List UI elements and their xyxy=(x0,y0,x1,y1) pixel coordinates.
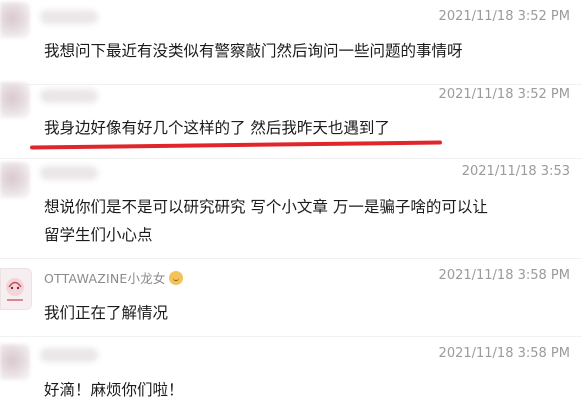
ottawazine-logo-icon xyxy=(6,278,24,301)
divider xyxy=(0,258,582,259)
avatar[interactable] xyxy=(0,268,32,310)
sender-name-blurred xyxy=(40,89,98,103)
chat-message: 2021/11/18 3:53 想说你们是不是可以研究研究 写个小文章 万一是骗… xyxy=(0,160,582,260)
chat-message: 2021/11/18 3:52 PM 我想问下最近有没类似有警察敲门然后询问一些… xyxy=(0,0,582,86)
message-text: 想说你们是不是可以研究研究 写个小文章 万一是骗子啥的可以让 xyxy=(44,198,488,216)
avatar[interactable] xyxy=(0,82,30,118)
avatar[interactable] xyxy=(0,2,30,38)
divider xyxy=(0,84,582,85)
chat-message: 2021/11/18 3:58 PM 好滴！麻烦你们啦！ xyxy=(0,340,582,416)
message-text: 好滴！麻烦你们啦！ xyxy=(44,381,184,399)
message-text: 我们正在了解情况 xyxy=(44,304,169,322)
sender-name-blurred xyxy=(40,166,98,180)
smiley-emoji-icon xyxy=(168,271,183,285)
message-timestamp: 2021/11/18 3:53 xyxy=(461,164,570,179)
divider xyxy=(0,336,582,337)
sender-name-blurred xyxy=(40,348,98,362)
message-text: 我想问下最近有没类似有警察敲门然后询问一些问题的事情呀 xyxy=(44,42,463,60)
chat-message: 2021/11/18 3:52 PM 我身边好像有好几个这样的了 然后我昨天也遇… xyxy=(0,82,582,162)
message-timestamp: 2021/11/18 3:52 PM xyxy=(438,9,570,24)
chat-message: OTTAWAZINE小龙女 2021/11/18 3:58 PM 我们正在了解情… xyxy=(0,262,582,338)
sender-name: OTTAWAZINE小龙女 xyxy=(44,268,183,287)
divider xyxy=(0,158,582,159)
message-timestamp: 2021/11/18 3:58 PM xyxy=(438,268,570,283)
message-timestamp: 2021/11/18 3:52 PM xyxy=(438,87,570,102)
message-text: 留学生们小心点 xyxy=(44,226,153,244)
sender-name-blurred xyxy=(40,10,98,24)
red-highlight-underline xyxy=(29,140,443,150)
message-text: 我身边好像有好几个这样的了 然后我昨天也遇到了 xyxy=(44,119,390,137)
avatar[interactable] xyxy=(0,344,30,380)
message-timestamp: 2021/11/18 3:58 PM xyxy=(438,346,570,361)
avatar[interactable] xyxy=(0,162,30,198)
